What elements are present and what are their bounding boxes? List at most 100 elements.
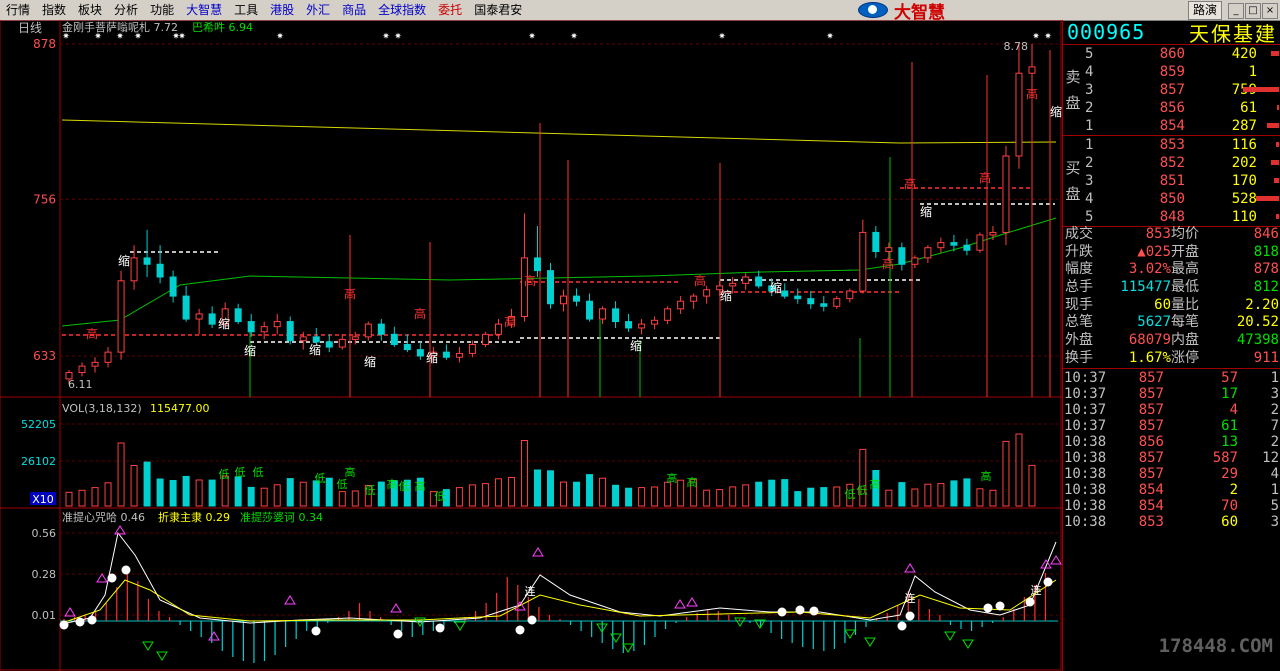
stat-value: 60 — [1154, 296, 1171, 313]
stock-code[interactable]: 000965 — [1067, 20, 1145, 44]
logo-eye-icon — [858, 2, 888, 18]
sell-level-row[interactable]: 4 859 1 — [1085, 63, 1279, 81]
candle-body — [338, 338, 346, 348]
level-no: 1 — [1085, 118, 1094, 134]
candle-body — [664, 308, 672, 321]
menu-item-3[interactable]: 分析 — [108, 0, 144, 20]
menu-item-4[interactable]: 功能 — [144, 0, 180, 20]
menu-item-12[interactable]: 国泰君安 — [468, 0, 528, 20]
volume-bar — [455, 487, 463, 507]
menu-item-7[interactable]: 港股 — [264, 0, 300, 20]
level-volume-bar — [1256, 196, 1279, 201]
tick-time: 10:38 — [1064, 466, 1107, 482]
buy-level-row[interactable]: 1 853 116 — [1085, 136, 1279, 154]
stat-label: 量比 — [1171, 296, 1199, 313]
sell-level-row[interactable]: 3857759 — [1085, 81, 1279, 99]
tick-time: 10:37 — [1064, 418, 1107, 434]
quote-panel: 000965 天保基建 卖盘58604204859138577592856611… — [1062, 20, 1280, 671]
indicator-up-triangle — [96, 573, 108, 583]
volume-bar — [768, 479, 776, 507]
volume-bar — [937, 483, 945, 507]
volume-bar — [143, 461, 151, 507]
stat-value: 911 — [1253, 349, 1279, 366]
level-volume: 528 — [1231, 191, 1257, 207]
volume-bar — [898, 482, 906, 507]
tick-row: 10:37 857 4 2 — [1063, 402, 1280, 418]
indicator-down-triangle — [962, 639, 974, 649]
buy-level-row[interactable]: 3 851 170 — [1085, 172, 1279, 190]
star-mark: ✷ — [276, 32, 284, 42]
volume-bar — [1028, 464, 1036, 507]
level-volume-bar — [1243, 87, 1279, 92]
menu-item-1[interactable]: 指数 — [36, 0, 72, 20]
tick-price: 857 — [1138, 402, 1164, 418]
candle-body — [755, 276, 763, 287]
volume-bar — [989, 489, 997, 507]
star-mark: ✷ — [1032, 32, 1040, 42]
volume-bar — [351, 490, 359, 507]
stat-value: 878 — [1253, 261, 1279, 278]
volume-value: 115477.00 — [150, 402, 210, 415]
candle-body — [729, 282, 737, 287]
tick-price: 856 — [1138, 434, 1164, 450]
candle-body — [273, 321, 281, 328]
stats-row: 升跌 ▲025 开盘 818 — [1063, 244, 1280, 262]
stats-row: 总手 115477 最低 812 — [1063, 279, 1280, 297]
indicator-up-triangle — [208, 631, 220, 641]
indicator-up-triangle — [390, 603, 402, 613]
indicator-up-triangle — [532, 547, 544, 557]
indicator-up-triangle — [284, 595, 296, 605]
volume-bar — [546, 470, 554, 507]
menu-item-10[interactable]: 全球指数 — [372, 0, 432, 20]
volume-bar — [651, 486, 659, 507]
sell-level-row[interactable]: 2 856 61 — [1085, 99, 1279, 117]
level-volume-bar — [1277, 105, 1279, 110]
level-volume: 116 — [1231, 137, 1257, 153]
price-axis-label: 878 — [33, 37, 56, 51]
volume-bar — [169, 480, 177, 507]
buy-level-row[interactable]: 4 850 528 — [1085, 190, 1279, 208]
buy-level-row[interactable]: 2 852 202 — [1085, 154, 1279, 172]
menu-item-5[interactable]: 大智慧 — [180, 0, 228, 20]
candle-body — [455, 352, 463, 358]
tick-count: 1 — [1270, 370, 1279, 386]
volume-bar — [755, 481, 763, 507]
indicator-up-triangle — [1050, 555, 1062, 565]
menu-item-9[interactable]: 商品 — [336, 0, 372, 20]
menu-item-0[interactable]: 行情 — [0, 0, 36, 20]
tick-count: 4 — [1270, 466, 1279, 482]
volume-low-mark: 低 — [337, 478, 348, 491]
price-axis-label: 633 — [33, 349, 56, 363]
level-price: 854 — [1159, 118, 1185, 134]
shrink-mark: 缩 — [218, 316, 230, 331]
tick-row: 10:38 857 587 12 — [1063, 450, 1280, 466]
menu-item-11[interactable]: 委托 — [432, 0, 468, 20]
volume-bar — [260, 487, 268, 507]
level-volume: 420 — [1231, 46, 1257, 62]
volume-bar — [833, 486, 841, 507]
tick-list[interactable]: 10:37 857 57 1 10:37 857 17 3 10:37 857 4 2 10:37 857… — [1063, 370, 1280, 530]
stat-label: 每笔 — [1171, 314, 1199, 331]
volume-bar — [911, 488, 919, 507]
stat-label: 总笔 — [1065, 314, 1093, 331]
candle-body — [390, 333, 398, 346]
tick-time: 10:38 — [1064, 498, 1107, 514]
tick-time: 10:38 — [1064, 450, 1107, 466]
stock-name[interactable]: 天保基建 — [1189, 18, 1277, 47]
candle-body — [1002, 155, 1010, 233]
volume-bar — [104, 482, 112, 507]
candle-body — [442, 351, 450, 358]
kline-chart[interactable]: 日线 金刚手菩萨嗡呢札 7.72 巴希吽 6.948787566338.786.11… — [0, 20, 1062, 671]
buy-level-row[interactable]: 5 848 110 — [1085, 208, 1279, 226]
menu-item-2[interactable]: 板块 — [72, 0, 108, 20]
menu-item-6[interactable]: 工具 — [228, 0, 264, 20]
star-mark: ✷ — [116, 32, 124, 42]
candle-body — [989, 231, 997, 236]
volume-bar — [807, 487, 815, 507]
menu-item-8[interactable]: 外汇 — [300, 0, 336, 20]
sell-level-row[interactable]: 1 854 287 — [1085, 117, 1279, 135]
candle-body — [690, 295, 698, 302]
menu-bar: 行情 指数 板块 分析 功能 大智慧 工具 港股 外汇 商品 全球指数 委托 国泰君安 — [0, 0, 1280, 21]
sell-level-row[interactable]: 5 860 420 — [1085, 45, 1279, 63]
volume-bar — [638, 487, 646, 507]
